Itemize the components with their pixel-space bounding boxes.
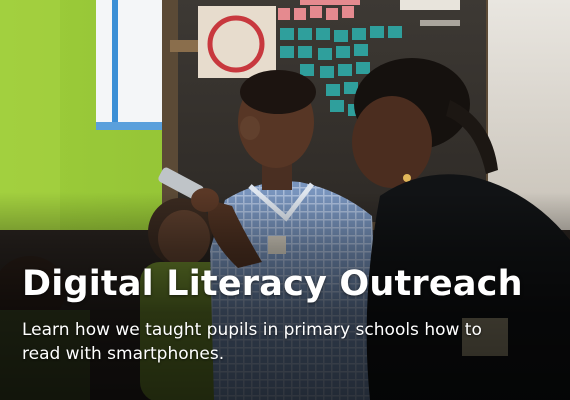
card-description: Learn how we taught pupils in primary sc…: [22, 320, 482, 364]
card-caption: Digital Literacy Outreach Learn how we t…: [22, 262, 542, 366]
outreach-card[interactable]: Digital Literacy Outreach Learn how we t…: [0, 0, 570, 400]
card-title[interactable]: Digital Literacy Outreach: [22, 262, 542, 306]
